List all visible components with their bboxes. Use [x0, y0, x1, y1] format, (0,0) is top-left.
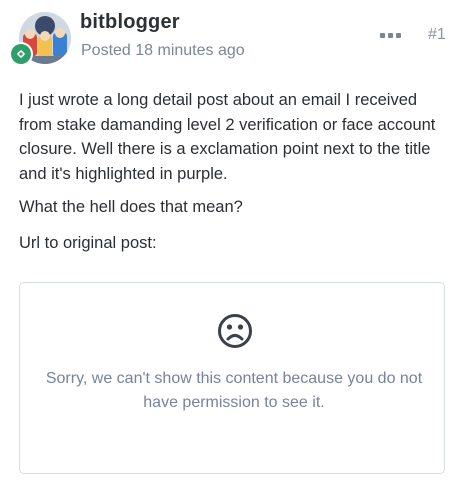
forum-post: bitblogger Posted 18 minutes ago #1 I ju…	[0, 0, 466, 500]
permission-message: Sorry, we can't show this content becaus…	[45, 370, 423, 411]
restricted-embed: Sorry, we can't show this content becaus…	[19, 282, 445, 474]
author-username[interactable]: bitblogger	[80, 11, 180, 34]
post-body: I just wrote a long detail post about an…	[19, 88, 444, 267]
author-avatar-group[interactable]	[9, 9, 71, 71]
post-number-link[interactable]: #1	[428, 26, 446, 44]
post-paragraph: I just wrote a long detail post about an…	[19, 91, 436, 183]
user-badge	[9, 42, 33, 66]
ellipsis-icon[interactable]	[380, 30, 402, 40]
sad-face-icon	[217, 313, 253, 349]
post-paragraph: Url to original post:	[19, 233, 157, 252]
post-paragraph: What the hell does that mean?	[19, 198, 243, 216]
gear-badge-icon	[11, 44, 31, 64]
post-timestamp[interactable]: Posted 18 minutes ago	[81, 42, 245, 60]
